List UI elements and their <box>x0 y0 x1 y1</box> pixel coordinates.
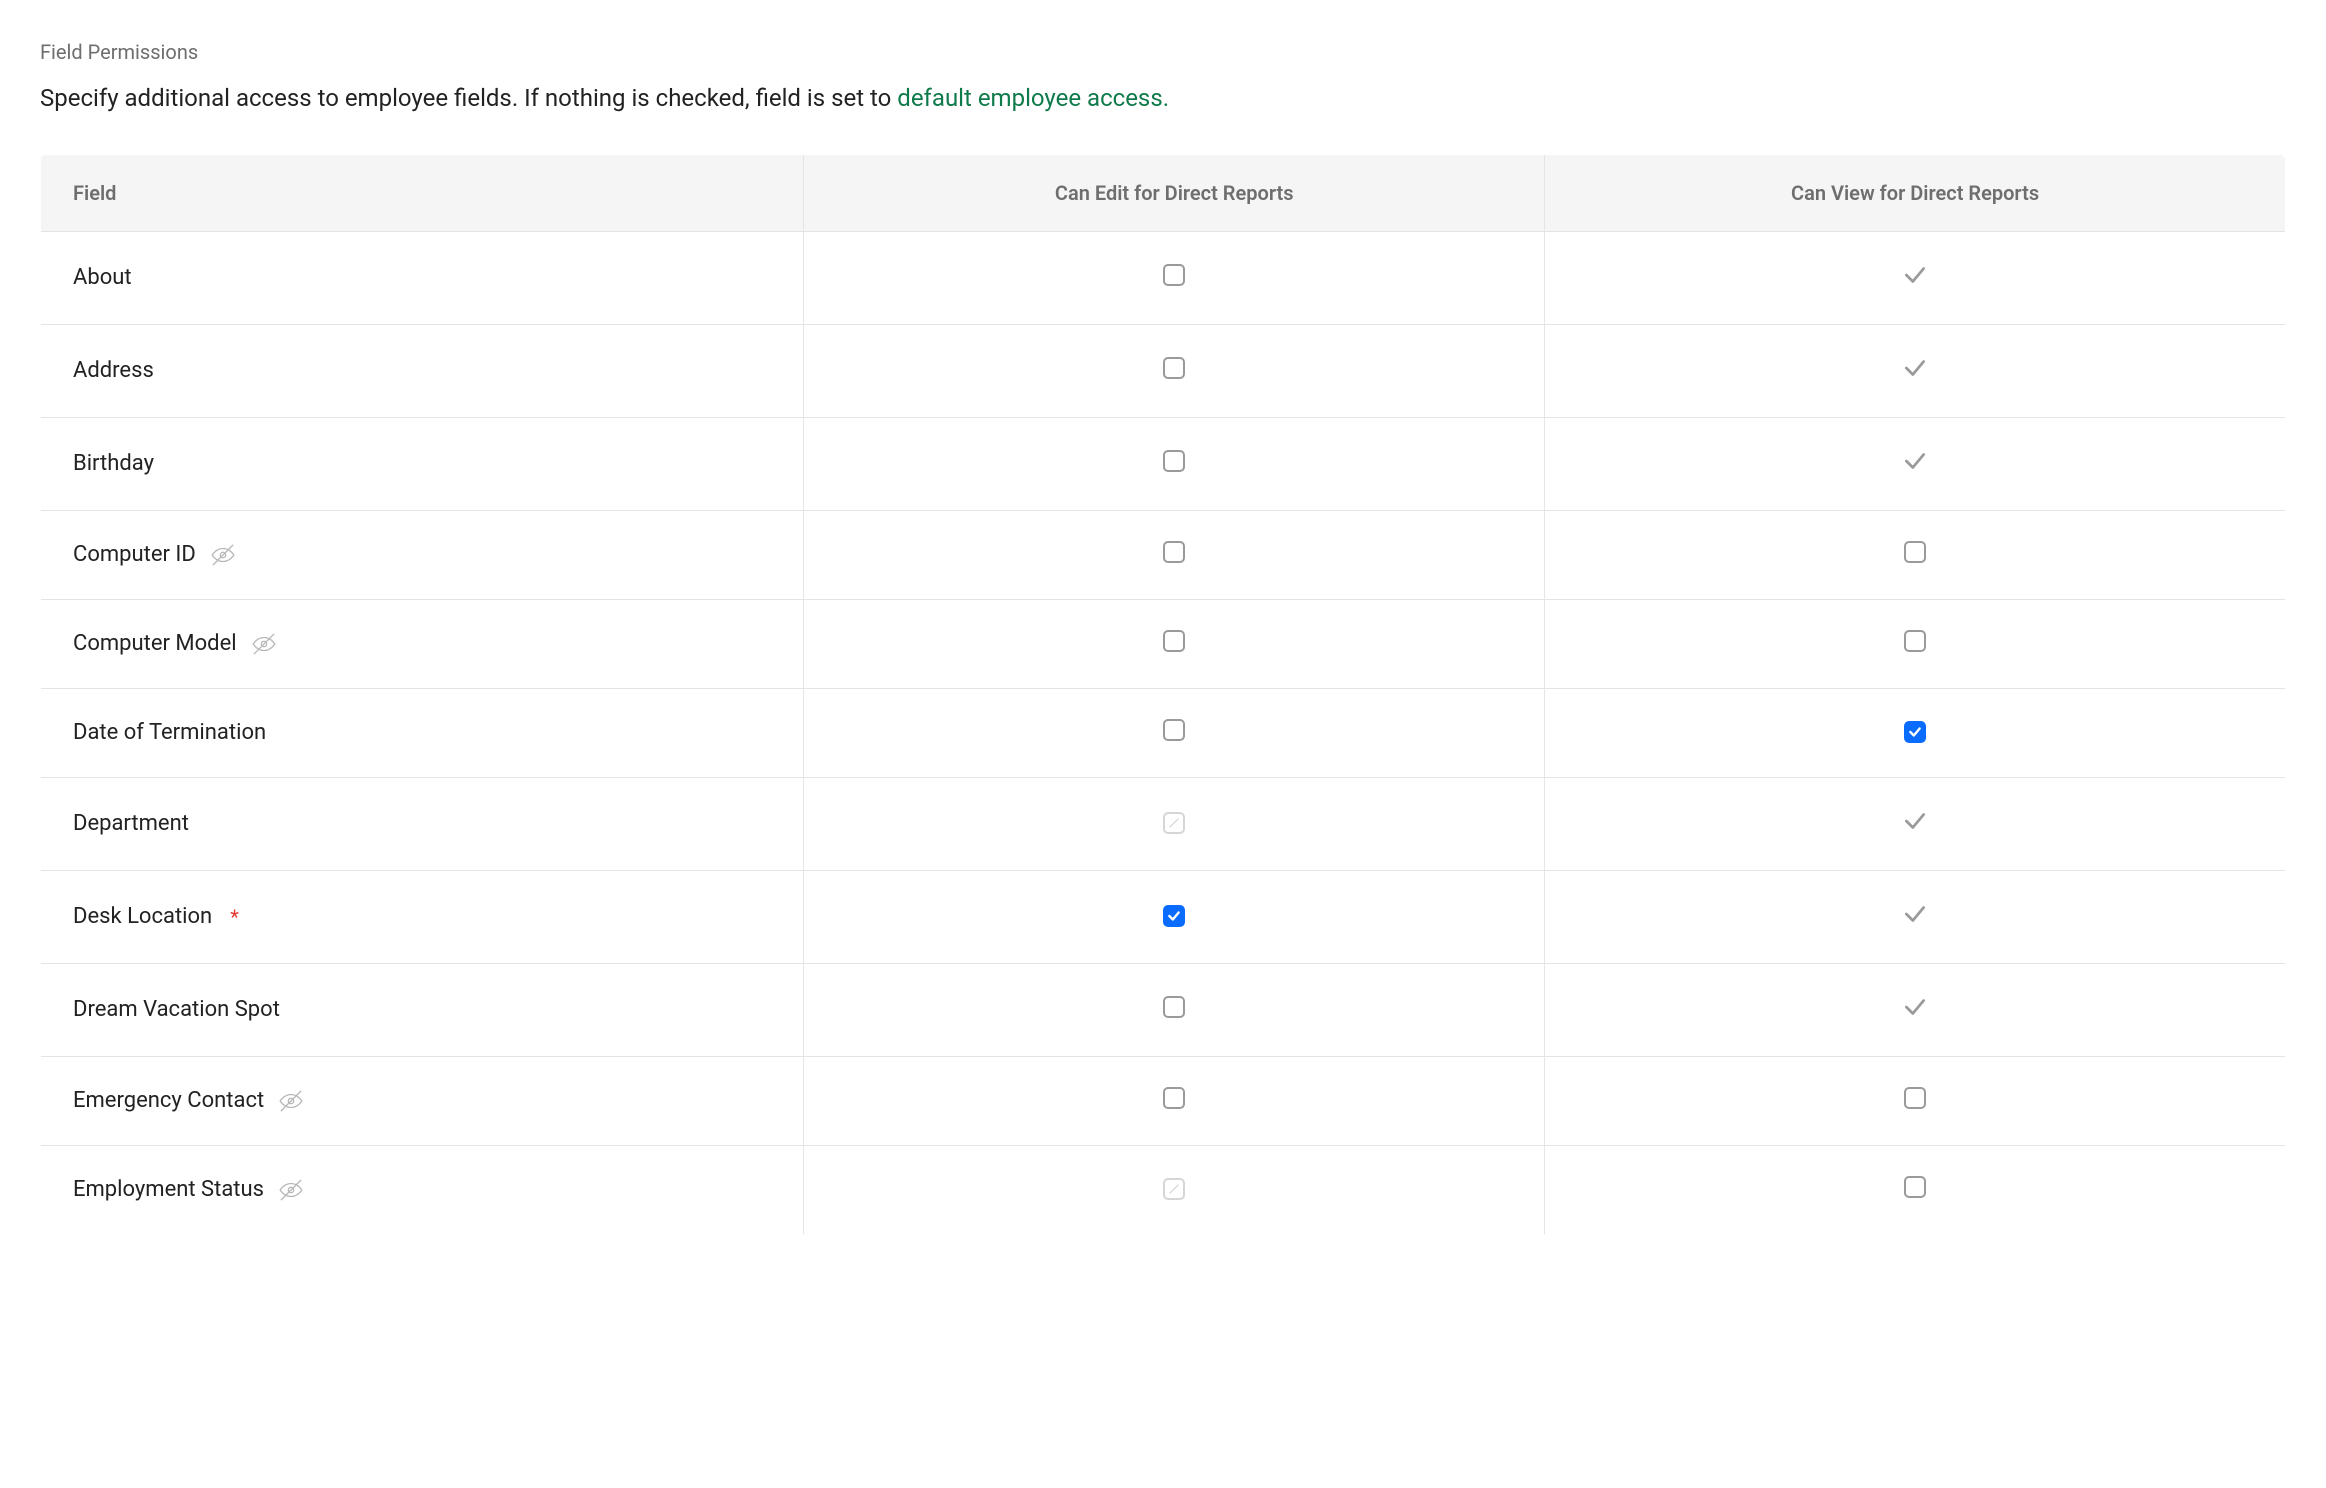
default-access-link[interactable]: default employee access. <box>897 84 1169 112</box>
table-row: Emergency Contact <box>41 1056 2286 1145</box>
section-description-text: Specify additional access to employee fi… <box>40 84 897 112</box>
can-edit-checkbox[interactable] <box>1163 630 1185 652</box>
field-label: Birthday <box>73 451 154 476</box>
can-view-default-check-icon <box>1902 994 1928 1020</box>
can-view-default-check-icon <box>1902 355 1928 381</box>
field-label: Dream Vacation Spot <box>73 997 280 1022</box>
can-edit-checkbox[interactable] <box>1163 719 1185 741</box>
table-header-row: Field Can Edit for Direct Reports Can Vi… <box>41 154 2286 231</box>
table-row: About <box>41 231 2286 324</box>
section-description: Specify additional access to employee fi… <box>40 82 2286 116</box>
table-row: Address <box>41 324 2286 417</box>
field-cell: Birthday <box>41 417 804 510</box>
can-view-cell <box>1545 777 2286 870</box>
can-edit-checkbox-disabled <box>1163 812 1185 834</box>
can-edit-cell <box>804 599 1545 688</box>
can-view-default-check-icon <box>1902 901 1928 927</box>
can-edit-cell <box>804 324 1545 417</box>
table-row: Computer ID <box>41 510 2286 599</box>
field-cell: Employment Status <box>41 1145 804 1234</box>
can-view-cell <box>1545 963 2286 1056</box>
can-edit-cell <box>804 688 1545 777</box>
can-view-cell <box>1545 231 2286 324</box>
table-row: Employment Status <box>41 1145 2286 1234</box>
can-view-default-check-icon <box>1902 808 1928 834</box>
can-view-cell <box>1545 870 2286 963</box>
table-row: Date of Termination <box>41 688 2286 777</box>
field-label: Employment Status <box>73 1177 264 1202</box>
field-label: Computer Model <box>73 631 237 656</box>
can-edit-checkbox[interactable] <box>1163 264 1185 286</box>
required-star-icon: * <box>230 905 239 929</box>
can-edit-checkbox[interactable] <box>1163 357 1185 379</box>
field-label: Date of Termination <box>73 720 266 745</box>
can-view-cell <box>1545 1145 2286 1234</box>
can-view-checkbox[interactable] <box>1904 630 1926 652</box>
can-view-default-check-icon <box>1902 262 1928 288</box>
can-view-cell <box>1545 510 2286 599</box>
header-field: Field <box>41 154 804 231</box>
hidden-eye-icon <box>278 1177 304 1203</box>
can-view-cell <box>1545 417 2286 510</box>
can-edit-cell <box>804 1056 1545 1145</box>
can-edit-cell <box>804 231 1545 324</box>
field-cell: Emergency Contact <box>41 1056 804 1145</box>
header-can-edit: Can Edit for Direct Reports <box>804 154 1545 231</box>
can-edit-cell <box>804 963 1545 1056</box>
field-cell: Dream Vacation Spot <box>41 963 804 1056</box>
table-row: Dream Vacation Spot <box>41 963 2286 1056</box>
can-view-checkbox[interactable] <box>1904 1176 1926 1198</box>
can-view-cell <box>1545 688 2286 777</box>
field-cell: Date of Termination <box>41 688 804 777</box>
header-can-view: Can View for Direct Reports <box>1545 154 2286 231</box>
can-edit-checkbox[interactable] <box>1163 996 1185 1018</box>
field-label: Department <box>73 811 189 836</box>
field-cell: Address <box>41 324 804 417</box>
field-label: About <box>73 265 132 290</box>
table-row: Department <box>41 777 2286 870</box>
can-view-checkbox[interactable] <box>1904 721 1926 743</box>
hidden-eye-icon <box>210 542 236 568</box>
field-cell: About <box>41 231 804 324</box>
field-label: Emergency Contact <box>73 1088 264 1113</box>
field-label: Desk Location <box>73 904 212 929</box>
field-permissions-table: Field Can Edit for Direct Reports Can Vi… <box>40 154 2286 1235</box>
can-edit-checkbox[interactable] <box>1163 1087 1185 1109</box>
hidden-eye-icon <box>251 631 277 657</box>
can-edit-checkbox-disabled <box>1163 1178 1185 1200</box>
can-edit-cell <box>804 510 1545 599</box>
field-cell: Department <box>41 777 804 870</box>
can-edit-checkbox[interactable] <box>1163 541 1185 563</box>
can-edit-cell <box>804 777 1545 870</box>
can-edit-checkbox[interactable] <box>1163 450 1185 472</box>
can-view-cell <box>1545 324 2286 417</box>
table-row: Desk Location * <box>41 870 2286 963</box>
field-cell: Desk Location * <box>41 870 804 963</box>
field-label: Computer ID <box>73 542 196 567</box>
table-row: Computer Model <box>41 599 2286 688</box>
table-row: Birthday <box>41 417 2286 510</box>
hidden-eye-icon <box>278 1088 304 1114</box>
can-view-checkbox[interactable] <box>1904 541 1926 563</box>
can-edit-cell <box>804 1145 1545 1234</box>
field-cell: Computer Model <box>41 599 804 688</box>
can-edit-cell <box>804 417 1545 510</box>
field-label: Address <box>73 358 154 383</box>
can-view-cell <box>1545 599 2286 688</box>
can-view-cell <box>1545 1056 2286 1145</box>
can-view-default-check-icon <box>1902 448 1928 474</box>
field-cell: Computer ID <box>41 510 804 599</box>
can-view-checkbox[interactable] <box>1904 1087 1926 1109</box>
can-edit-cell <box>804 870 1545 963</box>
can-edit-checkbox[interactable] <box>1163 905 1185 927</box>
section-title: Field Permissions <box>40 40 2286 64</box>
